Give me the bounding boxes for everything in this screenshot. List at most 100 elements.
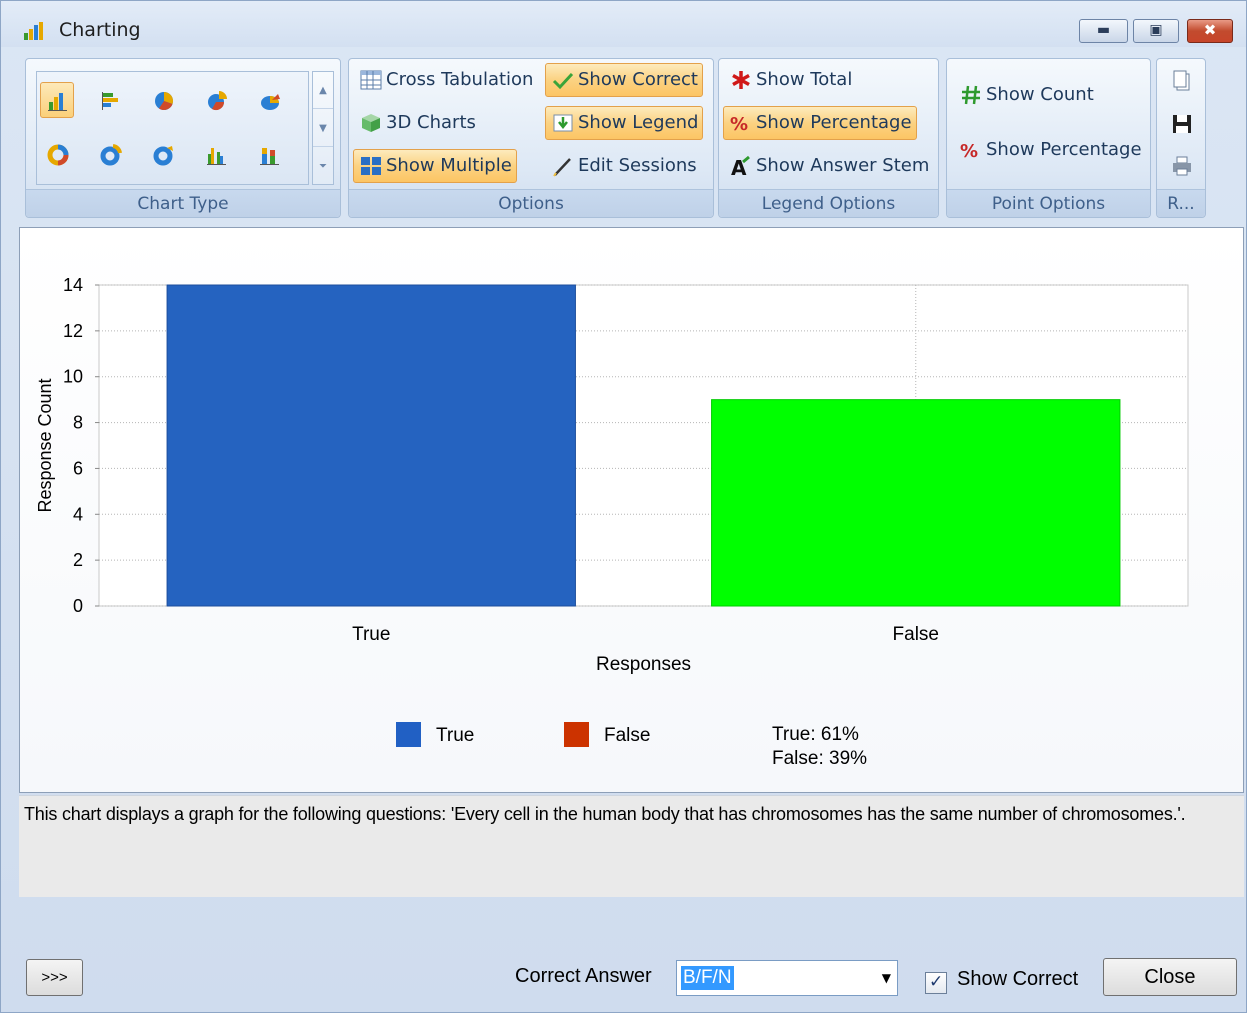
correct-answer-dropdown[interactable]: B/F/N ▼ — [676, 960, 898, 996]
show-answer-stem-button[interactable]: A Show Answer Stem — [723, 149, 934, 183]
show-legend-label: Show Legend — [578, 112, 699, 133]
report-group-label: R... — [1157, 189, 1205, 217]
chart-type-stacked-bar[interactable] — [252, 136, 286, 172]
options-group: Cross Tabulation 3D Charts Show Multiple… — [348, 58, 714, 218]
answer-stem-icon: A — [731, 155, 750, 178]
chart-type-doughnut-3d[interactable] — [146, 136, 180, 172]
cross-tabulation-button[interactable]: Cross Tabulation — [353, 63, 538, 97]
show-correct-checkbox[interactable]: ✓ — [925, 972, 947, 994]
y-tick-label: 10 — [63, 367, 83, 387]
show-total-label: Show Total — [756, 69, 853, 90]
3d-charts-label: 3D Charts — [386, 112, 476, 133]
y-tick-label: 14 — [63, 275, 83, 295]
y-tick-label: 12 — [63, 321, 83, 341]
chart-type-bar[interactable] — [40, 82, 74, 118]
x-tick-label: False — [893, 624, 939, 645]
point-options-group: Show Count % Show Percentage Point Optio… — [946, 58, 1151, 218]
window-title: Charting — [59, 19, 141, 41]
options-group-label: Options — [349, 189, 713, 217]
point-options-group-label: Point Options — [947, 189, 1150, 217]
legend-swatch-true — [396, 722, 421, 747]
pencil-icon — [553, 158, 571, 177]
legend-options-group-label: Legend Options — [719, 189, 938, 217]
x-axis-label: Responses — [596, 654, 691, 675]
legend-total-1: False: 39% — [772, 748, 867, 769]
charting-window: Charting ▬ ▣ ✖ ▲ ▼ ⏷ Chart Type Cross Ta… — [0, 0, 1247, 1013]
show-legend-button[interactable]: Show Legend — [545, 106, 704, 140]
legend-total-0: True: 61% — [772, 724, 859, 745]
show-correct-checkbox-label: Show Correct — [957, 968, 1079, 990]
3d-charts-button[interactable]: 3D Charts — [353, 106, 481, 140]
legend-show-percentage-button[interactable]: % Show Percentage — [723, 106, 917, 140]
table-icon — [360, 70, 382, 90]
print-icon[interactable] — [1170, 154, 1194, 178]
legend-down-icon — [553, 114, 573, 132]
show-multiple-button[interactable]: Show Multiple — [353, 149, 517, 183]
chart-type-clustered-bar[interactable] — [199, 136, 233, 172]
y-tick-label: 8 — [73, 413, 83, 433]
point-show-percentage-button[interactable]: % Show Percentage — [953, 133, 1147, 167]
edit-sessions-button[interactable]: Edit Sessions — [545, 149, 702, 183]
chart-type-pie-3d[interactable] — [252, 82, 286, 118]
point-show-percentage-label: Show Percentage — [986, 139, 1142, 160]
bar-true — [166, 284, 576, 607]
chart-panel: 0 2 4 6 8 10 12 14 True False Responses Response Co… — [19, 227, 1244, 793]
cube-icon — [362, 114, 380, 132]
correct-answer-label: Correct Answer — [515, 965, 652, 987]
bar-chart: 0 2 4 6 8 10 12 14 True False Responses Response Co… — [35, 275, 1189, 769]
show-correct-label: Show Correct — [578, 69, 698, 90]
footer: >>> Correct Answer B/F/N ▼ ✓ Show Correc… — [1, 901, 1246, 1013]
grid-icon — [361, 157, 381, 175]
expand-button[interactable]: >>> — [26, 959, 83, 996]
gallery-scroll-down-icon[interactable]: ▼ — [313, 110, 333, 147]
save-icon[interactable] — [1170, 112, 1194, 136]
checkbox-check-icon: ✓ — [929, 972, 944, 992]
hash-icon — [962, 85, 980, 105]
x-tick-label: True — [352, 624, 390, 645]
y-tick-label: 4 — [73, 504, 83, 524]
percent-icon: % — [960, 141, 978, 162]
bar-false — [711, 399, 1121, 607]
checkmark-icon — [552, 72, 574, 90]
close-button[interactable]: Close — [1103, 958, 1237, 996]
minimize-button[interactable]: ▬ — [1079, 19, 1128, 43]
chart-type-horizontal-bar[interactable] — [93, 82, 127, 118]
horizontal-bar-icon — [102, 92, 118, 110]
gallery-expand-icon[interactable]: ⏷ — [313, 148, 333, 185]
gallery-scroll-up-icon[interactable]: ▲ — [313, 72, 333, 109]
pie-3d-icon — [261, 94, 280, 110]
percent-icon: % — [730, 114, 748, 135]
y-tick-label: 0 — [73, 596, 83, 616]
exploded-pie-icon — [208, 91, 227, 111]
chart-description-text: This chart displays a graph for the foll… — [24, 804, 1186, 824]
bar-chart-icon — [48, 93, 67, 111]
chart-type-exploded-doughnut[interactable] — [93, 136, 127, 172]
maximize-button[interactable]: ▣ — [1133, 19, 1179, 43]
dropdown-arrow-icon[interactable]: ▼ — [882, 971, 891, 985]
close-window-button[interactable]: ✖ — [1187, 19, 1233, 43]
chart-type-group-label: Chart Type — [26, 189, 340, 217]
chart-type-pie[interactable] — [146, 82, 180, 118]
doughnut-3d-icon — [153, 146, 173, 166]
svg-text:%: % — [730, 114, 748, 135]
legend-show-percentage-label: Show Percentage — [756, 112, 912, 133]
doughnut-icon — [47, 144, 69, 166]
exploded-doughnut-icon — [100, 144, 122, 166]
close-icon: ✖ — [1203, 21, 1217, 39]
chart-type-doughnut[interactable] — [40, 136, 74, 172]
stacked-bar-icon — [260, 148, 279, 165]
legend-swatch-false — [564, 722, 589, 747]
y-tick-label: 6 — [73, 458, 83, 478]
gallery-scrollbar[interactable]: ▲ ▼ ⏷ — [312, 71, 334, 185]
edit-sessions-label: Edit Sessions — [578, 155, 697, 176]
clustered-bar-icon — [207, 148, 226, 165]
show-correct-button[interactable]: Show Correct — [545, 63, 703, 97]
copy-icon[interactable] — [1170, 69, 1194, 93]
show-total-button[interactable]: Show Total — [723, 63, 857, 97]
chart-type-group: ▲ ▼ ⏷ Chart Type — [25, 58, 341, 218]
legend-label-true: True — [436, 725, 474, 746]
show-answer-stem-label: Show Answer Stem — [756, 155, 930, 176]
svg-text:%: % — [960, 141, 978, 162]
chart-type-exploded-pie[interactable] — [199, 82, 233, 118]
show-count-button[interactable]: Show Count — [953, 78, 1099, 112]
